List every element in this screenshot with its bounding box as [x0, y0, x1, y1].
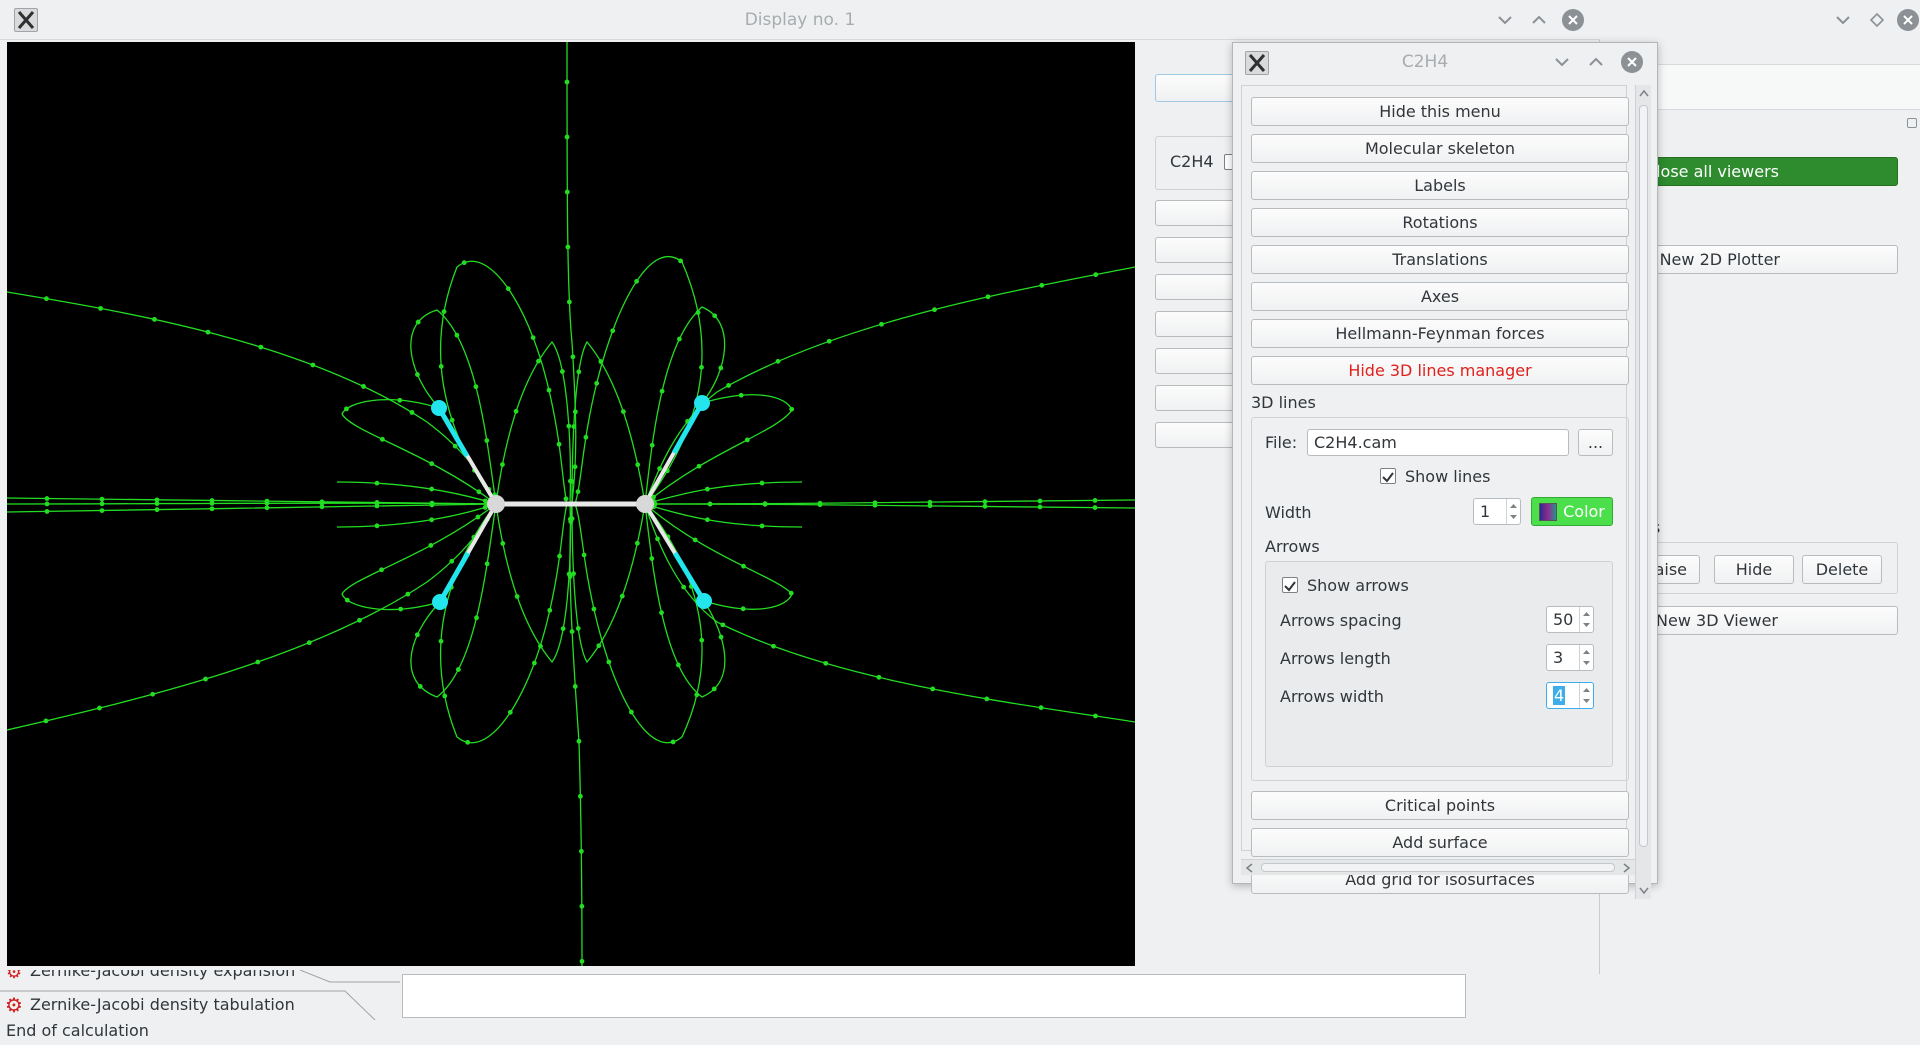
main-minimize-icon[interactable]: [1832, 9, 1854, 31]
file-input[interactable]: C2H4.cam: [1307, 429, 1569, 456]
add-surface-button[interactable]: Add surface: [1251, 828, 1629, 857]
display-title: Display no. 1: [744, 9, 856, 30]
show-lines-label: Show lines: [1405, 467, 1491, 486]
show-arrows-checkbox[interactable]: [1282, 577, 1298, 593]
3d-lines-section-label: 3D lines: [1251, 393, 1316, 412]
main-restore-icon[interactable]: [1866, 9, 1888, 31]
labels-button[interactable]: Labels: [1251, 171, 1629, 200]
minimize-icon[interactable]: [1494, 9, 1516, 31]
critical-points-button[interactable]: Critical points: [1251, 791, 1629, 820]
hydrogen-atom: [432, 594, 448, 610]
partial-button-3[interactable]: [1155, 274, 1235, 300]
show-lines-checkbox[interactable]: [1380, 468, 1396, 484]
hide-viewer-button[interactable]: Hide: [1714, 555, 1794, 584]
delete-viewer-button[interactable]: Delete: [1802, 555, 1882, 584]
molecule-name-label: C2H4: [1170, 152, 1214, 171]
partial-button-7[interactable]: [1155, 422, 1235, 448]
maximize-icon[interactable]: [1528, 9, 1550, 31]
molecular-skeleton-button[interactable]: Molecular skeleton: [1251, 134, 1629, 163]
c2h4-titlebar[interactable]: C2H4: [1233, 43, 1657, 81]
line-color-button[interactable]: Color: [1531, 497, 1613, 526]
hydrogen-atom: [696, 593, 712, 609]
width-label: Width: [1265, 503, 1312, 522]
close-icon[interactable]: [1562, 9, 1584, 31]
partial-button-2[interactable]: [1155, 237, 1235, 263]
arrows-label: Arrows: [1265, 537, 1320, 556]
arrows-length-label: Arrows length: [1280, 649, 1391, 668]
partial-button-top[interactable]: [1155, 74, 1235, 102]
arrows-width-label: Arrows width: [1280, 687, 1384, 706]
minimize-icon[interactable]: [1551, 51, 1573, 73]
task-list-area: ⚙ Zernike-Jacobi density expansion ⚙ Zer…: [0, 970, 400, 1020]
show-arrows-label: Show arrows: [1307, 576, 1409, 595]
main-close-icon[interactable]: [1897, 9, 1919, 31]
display-titlebar[interactable]: Display no. 1: [0, 0, 1600, 40]
arrows-spacing-spinbox[interactable]: 50: [1546, 606, 1594, 633]
browse-file-button[interactable]: ...: [1578, 429, 1613, 456]
output-textbox[interactable]: [402, 974, 1466, 1018]
task-item[interactable]: ⚙ Zernike-Jacobi density tabulation: [0, 992, 360, 1018]
gear-icon: ⚙: [5, 993, 23, 1017]
partial-button-5[interactable]: [1155, 348, 1235, 374]
translations-button[interactable]: Translations: [1251, 245, 1629, 274]
arrows-spacing-label: Arrows spacing: [1280, 611, 1402, 630]
vertical-scrollbar[interactable]: [1635, 85, 1651, 899]
horizontal-scrollbar[interactable]: [1241, 859, 1635, 875]
hide-3d-lines-manager-button[interactable]: Hide 3D lines manager: [1251, 356, 1629, 385]
partial-button-4[interactable]: [1155, 311, 1235, 337]
partial-button-6[interactable]: [1155, 385, 1235, 411]
3d-viewer-canvas[interactable]: [7, 42, 1135, 966]
close-icon[interactable]: [1621, 51, 1643, 73]
file-label: File:: [1265, 433, 1298, 452]
hide-menu-button[interactable]: Hide this menu: [1251, 97, 1629, 126]
line-width-spinbox[interactable]: 1: [1473, 498, 1521, 525]
rotations-button[interactable]: Rotations: [1251, 208, 1629, 237]
vertical-scroll-thumb[interactable]: [1639, 105, 1648, 847]
arrows-width-spinbox[interactable]: 4: [1546, 682, 1594, 709]
partial-button-1[interactable]: [1155, 200, 1235, 226]
color-swatch-icon: [1539, 502, 1558, 521]
status-text: End of calculation: [6, 1021, 149, 1040]
arrows-length-spinbox[interactable]: 3: [1546, 644, 1594, 671]
hydrogen-atom: [694, 395, 710, 411]
axes-button[interactable]: Axes: [1251, 282, 1629, 311]
c2h4-menu-window: C2H4 Hide this menu Molecular skeleton L…: [1232, 42, 1658, 899]
carbon-atom: [636, 495, 654, 513]
hellmann-feynman-forces-button[interactable]: Hellmann-Feynman forces: [1251, 319, 1629, 348]
maximize-icon[interactable]: [1585, 51, 1607, 73]
panel-undock-icon[interactable]: [1907, 118, 1917, 128]
hydrogen-atom: [431, 400, 447, 416]
carbon-atom: [487, 495, 505, 513]
horizontal-scroll-thumb[interactable]: [1261, 863, 1615, 872]
